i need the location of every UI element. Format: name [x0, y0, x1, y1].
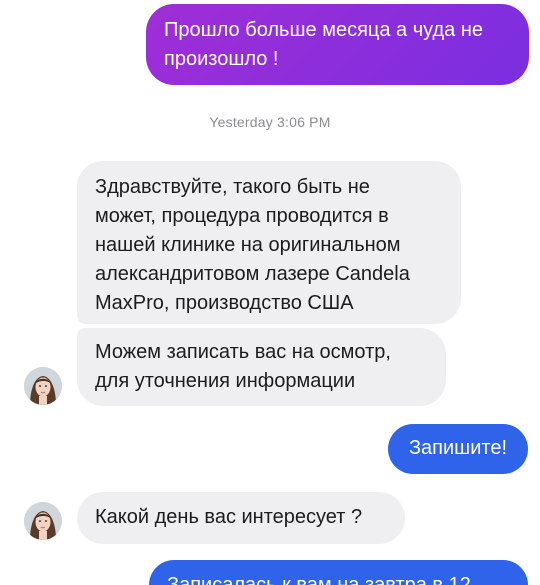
incoming-message[interactable]: Здравствуйте, такого быть не может, проц… — [77, 161, 461, 324]
outgoing-message[interactable]: Прошло больше месяца а чуда не произошло… — [146, 4, 529, 85]
chat-thread[interactable]: Прошло больше месяца а чуда не произошло… — [0, 0, 540, 585]
outgoing-message[interactable]: Запишите! — [388, 424, 528, 474]
incoming-message[interactable]: Какой день вас интересует ? — [77, 492, 405, 544]
clinic-avatar-icon[interactable] — [24, 367, 62, 405]
incoming-message[interactable]: Можем записать вас на осмотр, для уточне… — [77, 328, 446, 406]
outgoing-message[interactable]: Записалась к вам на завтра в 12 — [149, 560, 528, 585]
clinic-avatar-icon[interactable] — [24, 502, 62, 540]
message-timestamp: Yesterday 3:06 PM — [209, 114, 331, 130]
